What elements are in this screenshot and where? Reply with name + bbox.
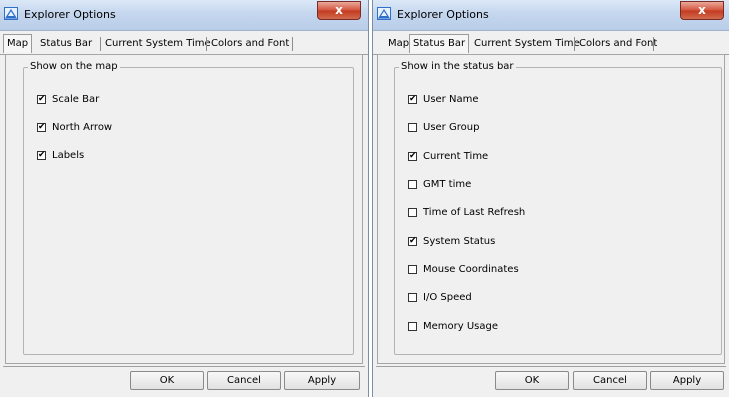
tab-separator [653, 37, 654, 51]
close-button[interactable]: x [317, 1, 361, 20]
ok-button[interactable]: OK [495, 371, 569, 390]
tab-map[interactable]: Map [3, 34, 33, 53]
tab-strip: Map Status Bar Current System Time Color… [0, 32, 368, 55]
group-title: Show on the map [28, 61, 120, 72]
checkbox[interactable]: ✔ [408, 151, 417, 161]
tab-current-system-time[interactable]: Current System Time [471, 36, 583, 51]
checkbox[interactable]: ✔ [408, 94, 417, 104]
checkbox[interactable] [408, 208, 417, 217]
checkbox-label: North Arrow [52, 122, 113, 133]
title-bar[interactable]: Explorer Options x [373, 0, 729, 31]
tab-separator [292, 37, 293, 51]
apply-button[interactable]: Apply [284, 371, 360, 390]
footer-divider [376, 366, 726, 367]
title-bar[interactable]: Explorer Options x [0, 0, 368, 31]
checkbox[interactable] [408, 180, 417, 189]
tab-separator [574, 37, 575, 51]
cancel-button[interactable]: Cancel [207, 371, 281, 390]
option-north-arrow[interactable]: ✔ North Arrow [37, 122, 112, 136]
checkbox[interactable]: ✔ [408, 236, 417, 246]
tab-panel-map: Show on the map ✔ Scale Bar ✔ North Arrow … [5, 54, 363, 364]
option-user-group[interactable]: User Group [408, 122, 479, 136]
option-user-name[interactable]: ✔ User Name [408, 94, 478, 108]
tab-separator [100, 37, 101, 51]
tab-current-system-time[interactable]: Current System Time [102, 36, 214, 51]
option-memory-usage[interactable]: Memory Usage [408, 321, 498, 335]
window-title: Explorer Options [24, 8, 116, 21]
checkbox[interactable] [408, 123, 417, 132]
checkbox[interactable] [408, 322, 417, 331]
option-system-status[interactable]: ✔ System Status [408, 236, 495, 250]
checkbox-label: Mouse Coordinates [423, 264, 519, 275]
option-mouse-coordinates[interactable]: Mouse Coordinates [408, 264, 519, 278]
checkbox-label: User Group [423, 122, 480, 133]
option-current-time[interactable]: ✔ Current Time [408, 151, 488, 165]
close-button[interactable]: x [680, 1, 724, 20]
checkbox-label: User Name [423, 94, 479, 105]
checkbox-label: Time of Last Refresh [423, 207, 526, 218]
tab-strip: Map Status Bar Current System Time Color… [373, 32, 729, 55]
checkbox[interactable]: ✔ [37, 122, 46, 132]
ok-button[interactable]: OK [130, 371, 204, 390]
app-icon [377, 7, 391, 20]
checkbox[interactable]: ✔ [37, 150, 46, 160]
group-title: Show in the status bar [399, 61, 516, 72]
option-time-of-last-refresh[interactable]: Time of Last Refresh [408, 207, 525, 221]
tab-status-bar[interactable]: Status Bar [409, 34, 470, 53]
checkbox[interactable]: ✔ [37, 94, 46, 104]
tab-colors-and-font[interactable]: Colors and Font [576, 36, 660, 51]
checkbox-label: Current Time [423, 151, 489, 162]
option-io-speed[interactable]: I/O Speed [408, 292, 472, 306]
tab-panel-status-bar: Show in the status bar ✔ User Name User G… [377, 54, 725, 364]
checkbox-label: GMT time [423, 179, 472, 190]
app-icon [4, 7, 18, 20]
check-mark-icon: ✔ [38, 150, 46, 160]
checkbox[interactable] [408, 293, 417, 302]
checkbox-label: Labels [52, 150, 85, 161]
checkbox-label: Memory Usage [423, 321, 499, 332]
checkbox-label: Scale Bar [52, 94, 100, 105]
checkbox-label: I/O Speed [423, 292, 472, 303]
check-mark-icon: ✔ [409, 94, 417, 104]
window-title: Explorer Options [397, 8, 489, 21]
tab-separator [206, 37, 207, 51]
footer-divider [3, 366, 365, 367]
check-mark-icon: ✔ [38, 94, 46, 104]
show-in-status-bar-group: Show in the status bar ✔ User Name User G… [394, 61, 722, 355]
cancel-button[interactable]: Cancel [573, 371, 647, 390]
explorer-options-dialog-status-bar: Explorer Options x Map Status Bar Curren… [372, 0, 729, 397]
tab-status-bar[interactable]: Status Bar [37, 36, 95, 51]
apply-button[interactable]: Apply [650, 371, 724, 390]
check-mark-icon: ✔ [409, 236, 417, 246]
tab-colors-and-font[interactable]: Colors and Font [208, 36, 292, 51]
option-gmt-time[interactable]: GMT time [408, 179, 471, 193]
checkbox[interactable] [408, 265, 417, 274]
check-mark-icon: ✔ [409, 151, 417, 161]
show-on-map-group: Show on the map ✔ Scale Bar ✔ North Arrow … [23, 61, 354, 355]
option-scale-bar[interactable]: ✔ Scale Bar [37, 94, 99, 108]
check-mark-icon: ✔ [38, 122, 46, 132]
option-labels[interactable]: ✔ Labels [37, 150, 84, 164]
explorer-options-dialog-map: Explorer Options x Map Status Bar Curren… [0, 0, 369, 397]
checkbox-label: System Status [423, 236, 496, 247]
